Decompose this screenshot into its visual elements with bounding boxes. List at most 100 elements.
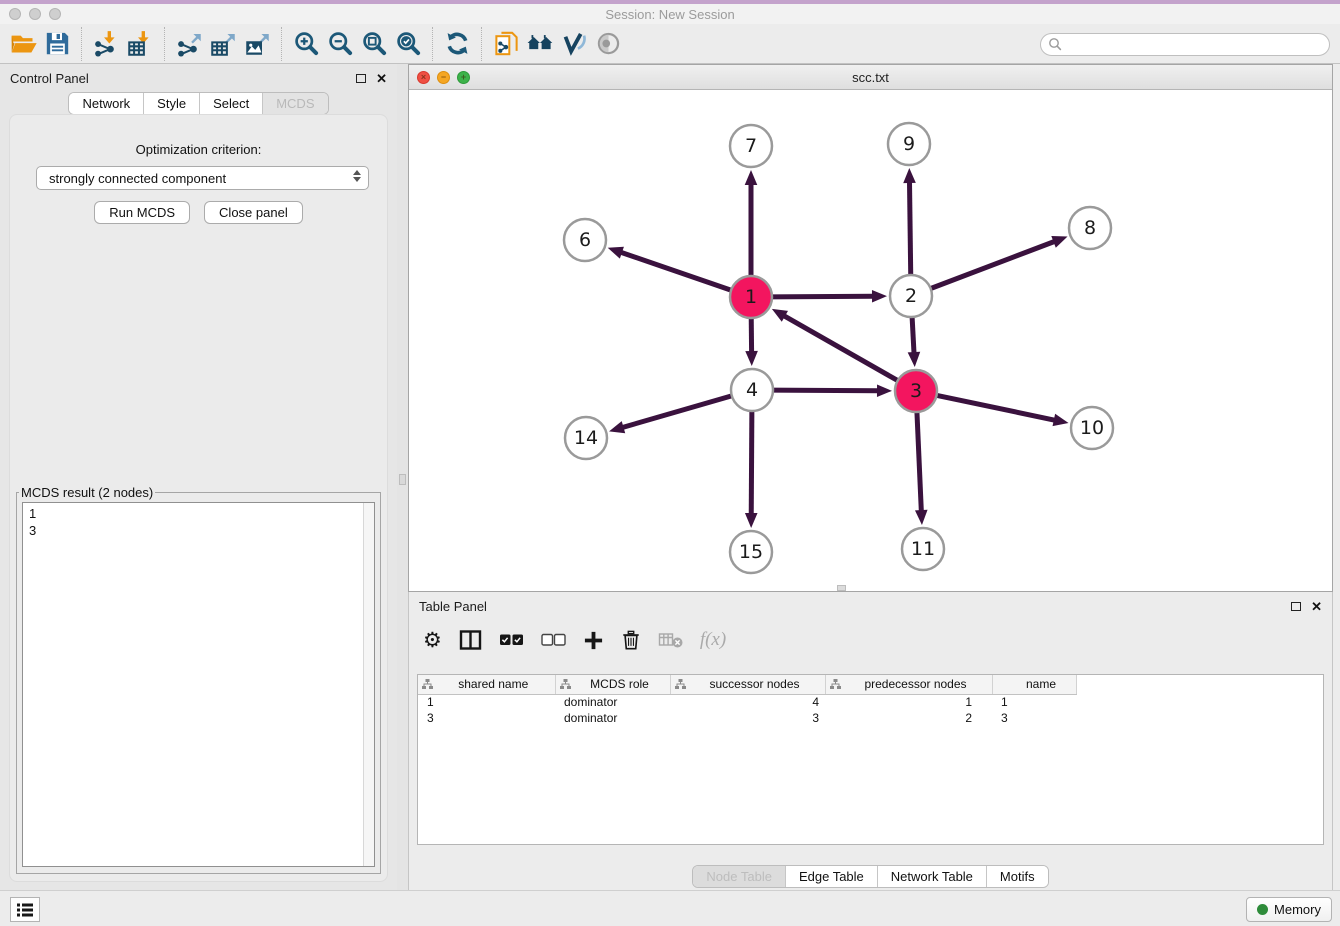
zoom-out-button[interactable]	[323, 27, 357, 61]
graph-node-14[interactable]: 14	[565, 417, 607, 459]
table-cell[interactable]: 3	[992, 710, 1076, 726]
tab-motifs[interactable]: Motifs	[987, 866, 1048, 887]
tab-select[interactable]: Select	[200, 93, 263, 114]
table-row[interactable]: 3dominator323	[418, 710, 1323, 726]
tab-network[interactable]: Network	[69, 93, 144, 114]
optimization-criterion-select[interactable]: strongly connected component	[36, 166, 369, 190]
graph-node-4[interactable]: 4	[731, 369, 773, 411]
table-panel-tabs: Node TableEdge TableNetwork TableMotifs	[692, 865, 1048, 888]
table-cell[interactable]: 4	[670, 694, 825, 710]
import-table-button[interactable]	[123, 27, 157, 61]
column-type-icon	[830, 679, 841, 690]
graph-edge-1-4[interactable]	[745, 316, 758, 366]
search-input[interactable]	[1040, 33, 1330, 56]
export-image-button[interactable]	[240, 27, 274, 61]
tab-mcds[interactable]: MCDS	[263, 93, 327, 114]
delete-column-button[interactable]	[621, 628, 641, 652]
network-graph[interactable]: 7 9 6 8 1 2 4 3 14 10 15 11	[409, 90, 1332, 591]
export-table-button[interactable]	[206, 27, 240, 61]
divider-handle-icon[interactable]	[399, 474, 406, 485]
column-header-successor-nodes[interactable]: successor nodes	[670, 675, 825, 694]
create-column-button[interactable]	[583, 628, 604, 652]
select-all-button[interactable]	[499, 628, 524, 652]
column-header-name[interactable]: name	[992, 675, 1076, 694]
open-session-button[interactable]	[6, 27, 40, 61]
delete-table-button[interactable]	[658, 628, 683, 652]
column-visibility-button[interactable]	[459, 628, 482, 652]
close-panel-button[interactable]: Close panel	[204, 201, 303, 224]
node-label: 8	[1084, 217, 1096, 239]
deselect-all-button[interactable]	[541, 628, 566, 652]
graph-edge-4-15[interactable]	[745, 409, 758, 528]
first-neighbors-button[interactable]	[523, 27, 557, 61]
graph-edge-2-9[interactable]	[903, 168, 916, 277]
zoom-in-button[interactable]	[289, 27, 323, 61]
column-header-mcds-role[interactable]: MCDS role	[555, 675, 670, 694]
graph-edge-4-14[interactable]	[609, 395, 734, 433]
result-scrollbar[interactable]	[363, 503, 374, 866]
table-cell[interactable]: 2	[825, 710, 992, 726]
tab-style[interactable]: Style	[144, 93, 200, 114]
import-network-button[interactable]	[89, 27, 123, 61]
export-network-button[interactable]	[172, 27, 206, 61]
network-canvas[interactable]: 7 9 6 8 1 2 4 3 14 10 15 11	[409, 90, 1332, 591]
save-session-button[interactable]	[40, 27, 74, 61]
graph-edge-1-7[interactable]	[745, 170, 758, 278]
graph-edge-3-1[interactable]	[772, 309, 900, 382]
close-panel-icon[interactable]: ✕	[1311, 600, 1322, 613]
graph-node-2[interactable]: 2	[890, 275, 932, 317]
zoom-selected-button[interactable]	[391, 27, 425, 61]
graph-node-9[interactable]: 9	[888, 123, 930, 165]
graph-edge-2-8[interactable]	[929, 236, 1068, 289]
column-header-shared-name[interactable]: shared name	[418, 675, 555, 694]
table-cell[interactable]: 1	[418, 694, 555, 710]
graph-node-15[interactable]: 15	[730, 531, 772, 573]
node-label: 14	[574, 427, 598, 449]
show-graphics-details-button[interactable]	[557, 27, 591, 61]
graph-edge-2-3[interactable]	[908, 315, 921, 367]
tab-edge-table[interactable]: Edge Table	[786, 866, 878, 887]
tab-network-table[interactable]: Network Table	[878, 866, 987, 887]
graph-edge-3-11[interactable]	[915, 410, 928, 525]
graph-node-10[interactable]: 10	[1071, 407, 1113, 449]
memory-button[interactable]: Memory	[1246, 897, 1332, 922]
close-panel-icon[interactable]: ✕	[376, 72, 387, 85]
horizontal-divider-handle-icon[interactable]	[837, 585, 846, 591]
panel-divider[interactable]	[397, 64, 408, 890]
graph-node-11[interactable]: 11	[902, 528, 944, 570]
birds-eye-view-button[interactable]	[591, 27, 625, 61]
graph-edge-3-10[interactable]	[935, 395, 1069, 426]
table-cell[interactable]: 3	[418, 710, 555, 726]
graph-node-8[interactable]: 8	[1069, 207, 1111, 249]
table-cell[interactable]: 1	[825, 694, 992, 710]
table-row[interactable]: 1dominator411	[418, 694, 1323, 710]
show-task-history-button[interactable]	[10, 897, 40, 922]
graph-edge-4-3[interactable]	[771, 384, 892, 397]
graph-node-7[interactable]: 7	[730, 125, 772, 167]
float-panel-icon[interactable]	[1291, 602, 1301, 611]
graph-node-1[interactable]: 1	[730, 276, 772, 318]
table-settings-button[interactable]: ⚙	[423, 628, 442, 652]
mcds-result-item: 3	[23, 522, 374, 539]
column-header-predecessor-nodes[interactable]: predecessor nodes	[825, 675, 992, 694]
tab-node-table[interactable]: Node Table	[693, 866, 786, 887]
graph-node-3[interactable]: 3	[895, 370, 937, 412]
float-panel-icon[interactable]	[356, 74, 366, 83]
columns-icon	[459, 629, 482, 651]
zoom-fit-button[interactable]	[357, 27, 391, 61]
function-builder-button[interactable]: f(x)	[700, 628, 726, 652]
control-panel: Control Panel ✕ NetworkStyleSelectMCDS O…	[0, 64, 397, 890]
graph-edge-1-2[interactable]	[770, 290, 887, 303]
table-cell[interactable]: dominator	[555, 694, 670, 710]
table-cell[interactable]: dominator	[555, 710, 670, 726]
fx-icon: f(x)	[700, 629, 726, 651]
graph-node-6[interactable]: 6	[564, 219, 606, 261]
table-cell[interactable]: 1	[992, 694, 1076, 710]
optimization-criterion-label: Optimization criterion:	[10, 142, 387, 157]
apply-layout-button[interactable]	[440, 27, 474, 61]
table-cell[interactable]: 3	[670, 710, 825, 726]
clone-network-button[interactable]	[489, 27, 523, 61]
import-network-icon	[93, 30, 120, 57]
run-mcds-button[interactable]: Run MCDS	[94, 201, 190, 224]
graph-edge-1-6[interactable]	[608, 247, 733, 291]
